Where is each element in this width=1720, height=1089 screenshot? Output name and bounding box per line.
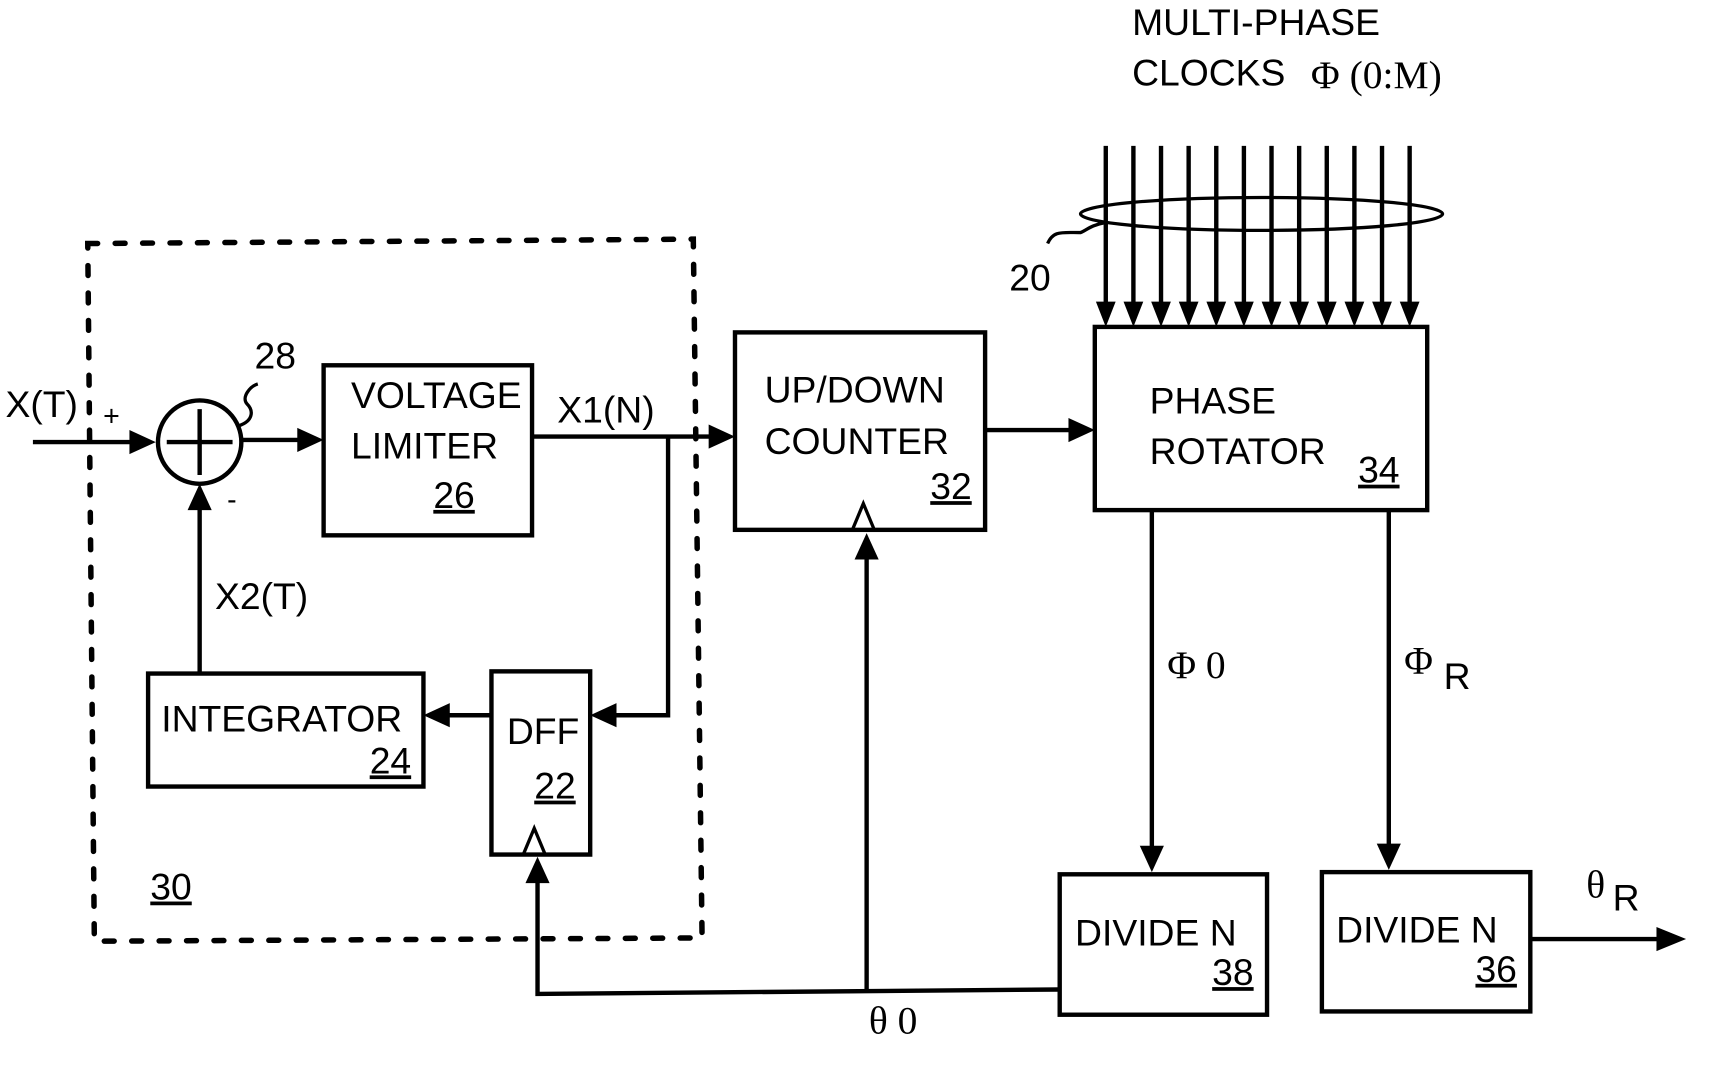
divide36-ref: 36 — [1475, 948, 1516, 990]
phiR-label: Φ — [1404, 639, 1433, 683]
input-arrowhead — [129, 430, 156, 455]
phiR-subscript: R — [1444, 655, 1471, 697]
dff-ref: 22 — [534, 765, 575, 807]
divide38-label: DIVIDE N — [1075, 912, 1237, 954]
x2-signal-label: X2(T) — [215, 575, 308, 617]
clocks-title: CLOCKS — [1132, 52, 1285, 94]
adder-minus-sign: - — [227, 484, 237, 516]
clock-line-arrowhead — [1316, 301, 1337, 327]
integrator-ref: 24 — [370, 739, 411, 781]
clock-line-arrowhead — [1206, 301, 1227, 327]
integrator-input-arrowhead — [423, 703, 450, 728]
x1-to-dff-wire — [608, 436, 671, 718]
divide38-input-arrowhead — [1139, 845, 1164, 873]
clock-bus-callout — [1046, 221, 1105, 245]
adder-28 — [155, 398, 244, 486]
counter-line1: UP/DOWN — [765, 369, 945, 411]
clock-bus-ref: 20 — [1009, 257, 1050, 299]
counter-clock-arrowhead — [854, 533, 879, 560]
thetaR-subscript: R — [1613, 877, 1640, 919]
loop-filter-group-ref: 30 — [150, 866, 191, 908]
divide36-label: DIVIDE N — [1336, 908, 1498, 950]
clock-line-arrowhead — [1372, 301, 1392, 327]
clock-line-arrowhead — [1344, 301, 1365, 327]
dff-block — [489, 669, 593, 857]
clock-line-arrowhead — [1151, 301, 1171, 327]
dff-input-arrowhead — [590, 703, 617, 728]
multi-phase-title: MULTI-PHASE — [1132, 1, 1380, 43]
voltage-limiter-ref: 26 — [433, 474, 474, 516]
adder-plus-sign: + — [103, 401, 120, 433]
adder-callout — [238, 382, 259, 428]
theta0-feedback-wire — [535, 875, 1060, 997]
clock-symbol-label: Φ (0:M) — [1311, 53, 1442, 97]
voltage-limiter-line1: VOLTAGE — [351, 374, 522, 416]
limiter-input-arrowhead — [297, 427, 324, 452]
theta0-label: θ 0 — [869, 998, 918, 1042]
rotator-line2: ROTATOR — [1150, 430, 1326, 472]
adder-ref: 28 — [255, 335, 296, 377]
voltage-limiter-line2: LIMITER — [351, 425, 498, 467]
dff-label: DFF — [507, 710, 579, 752]
clock-line-arrowhead — [1234, 301, 1254, 327]
loop-filter-group-boundary — [84, 236, 705, 944]
clock-line-arrowhead — [1399, 301, 1420, 327]
dff-clock-arrowhead — [525, 856, 550, 884]
rotator-input-arrowhead — [1068, 417, 1095, 443]
clock-line-arrowhead — [1289, 301, 1310, 327]
input-signal-label: X(T) — [5, 383, 77, 425]
clock-line-arrowhead — [1178, 301, 1199, 327]
x1-signal-label: X1(N) — [557, 388, 654, 430]
clock-line-arrowhead — [1261, 301, 1282, 327]
divide36-input-arrowhead — [1376, 843, 1401, 870]
clock-line-arrowhead — [1095, 301, 1116, 327]
integrator-label: INTEGRATOR — [161, 698, 402, 740]
thetaR-label: θ — [1586, 862, 1605, 906]
clock-bus-lines — [1095, 145, 1420, 327]
thetaR-output-arrowhead — [1656, 926, 1687, 952]
counter-ref: 32 — [930, 465, 971, 507]
rotator-line1: PHASE — [1150, 380, 1276, 422]
counter-line2: COUNTER — [765, 420, 949, 462]
adder-feedback-arrowhead — [187, 483, 212, 511]
divide38-ref: 38 — [1212, 951, 1253, 993]
rotator-ref: 34 — [1358, 449, 1399, 491]
clock-line-arrowhead — [1123, 301, 1144, 327]
block-diagram: MULTI-PHASE CLOCKS Φ (0:M) 20 30 X(T) + … — [5, 1, 1687, 1042]
phi0-label: Φ 0 — [1167, 643, 1225, 687]
counter-input-arrowhead — [708, 424, 735, 449]
